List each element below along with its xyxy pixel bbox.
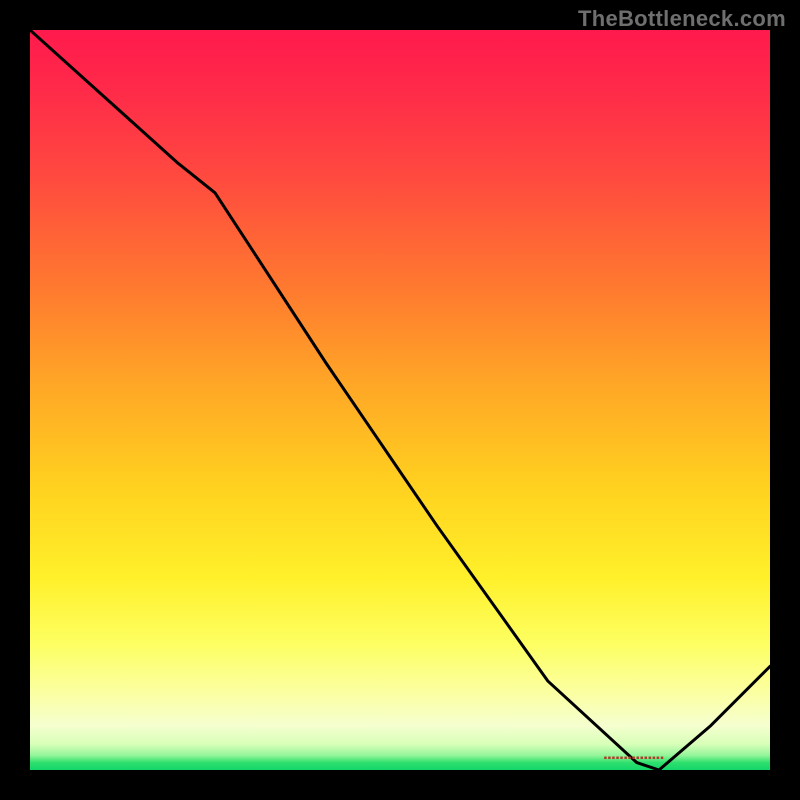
watermark-text: TheBottleneck.com bbox=[578, 6, 786, 32]
optimal-range-marker: ▪▪▪▪▪▪▪▪▪▪▪▪▪▪▪ bbox=[604, 754, 665, 764]
plot-area: ▪▪▪▪▪▪▪▪▪▪▪▪▪▪▪ bbox=[30, 30, 770, 770]
curve-svg bbox=[30, 30, 770, 770]
bottleneck-curve bbox=[30, 30, 770, 770]
chart-frame: TheBottleneck.com ▪▪▪▪▪▪▪▪▪▪▪▪▪▪▪ bbox=[0, 0, 800, 800]
